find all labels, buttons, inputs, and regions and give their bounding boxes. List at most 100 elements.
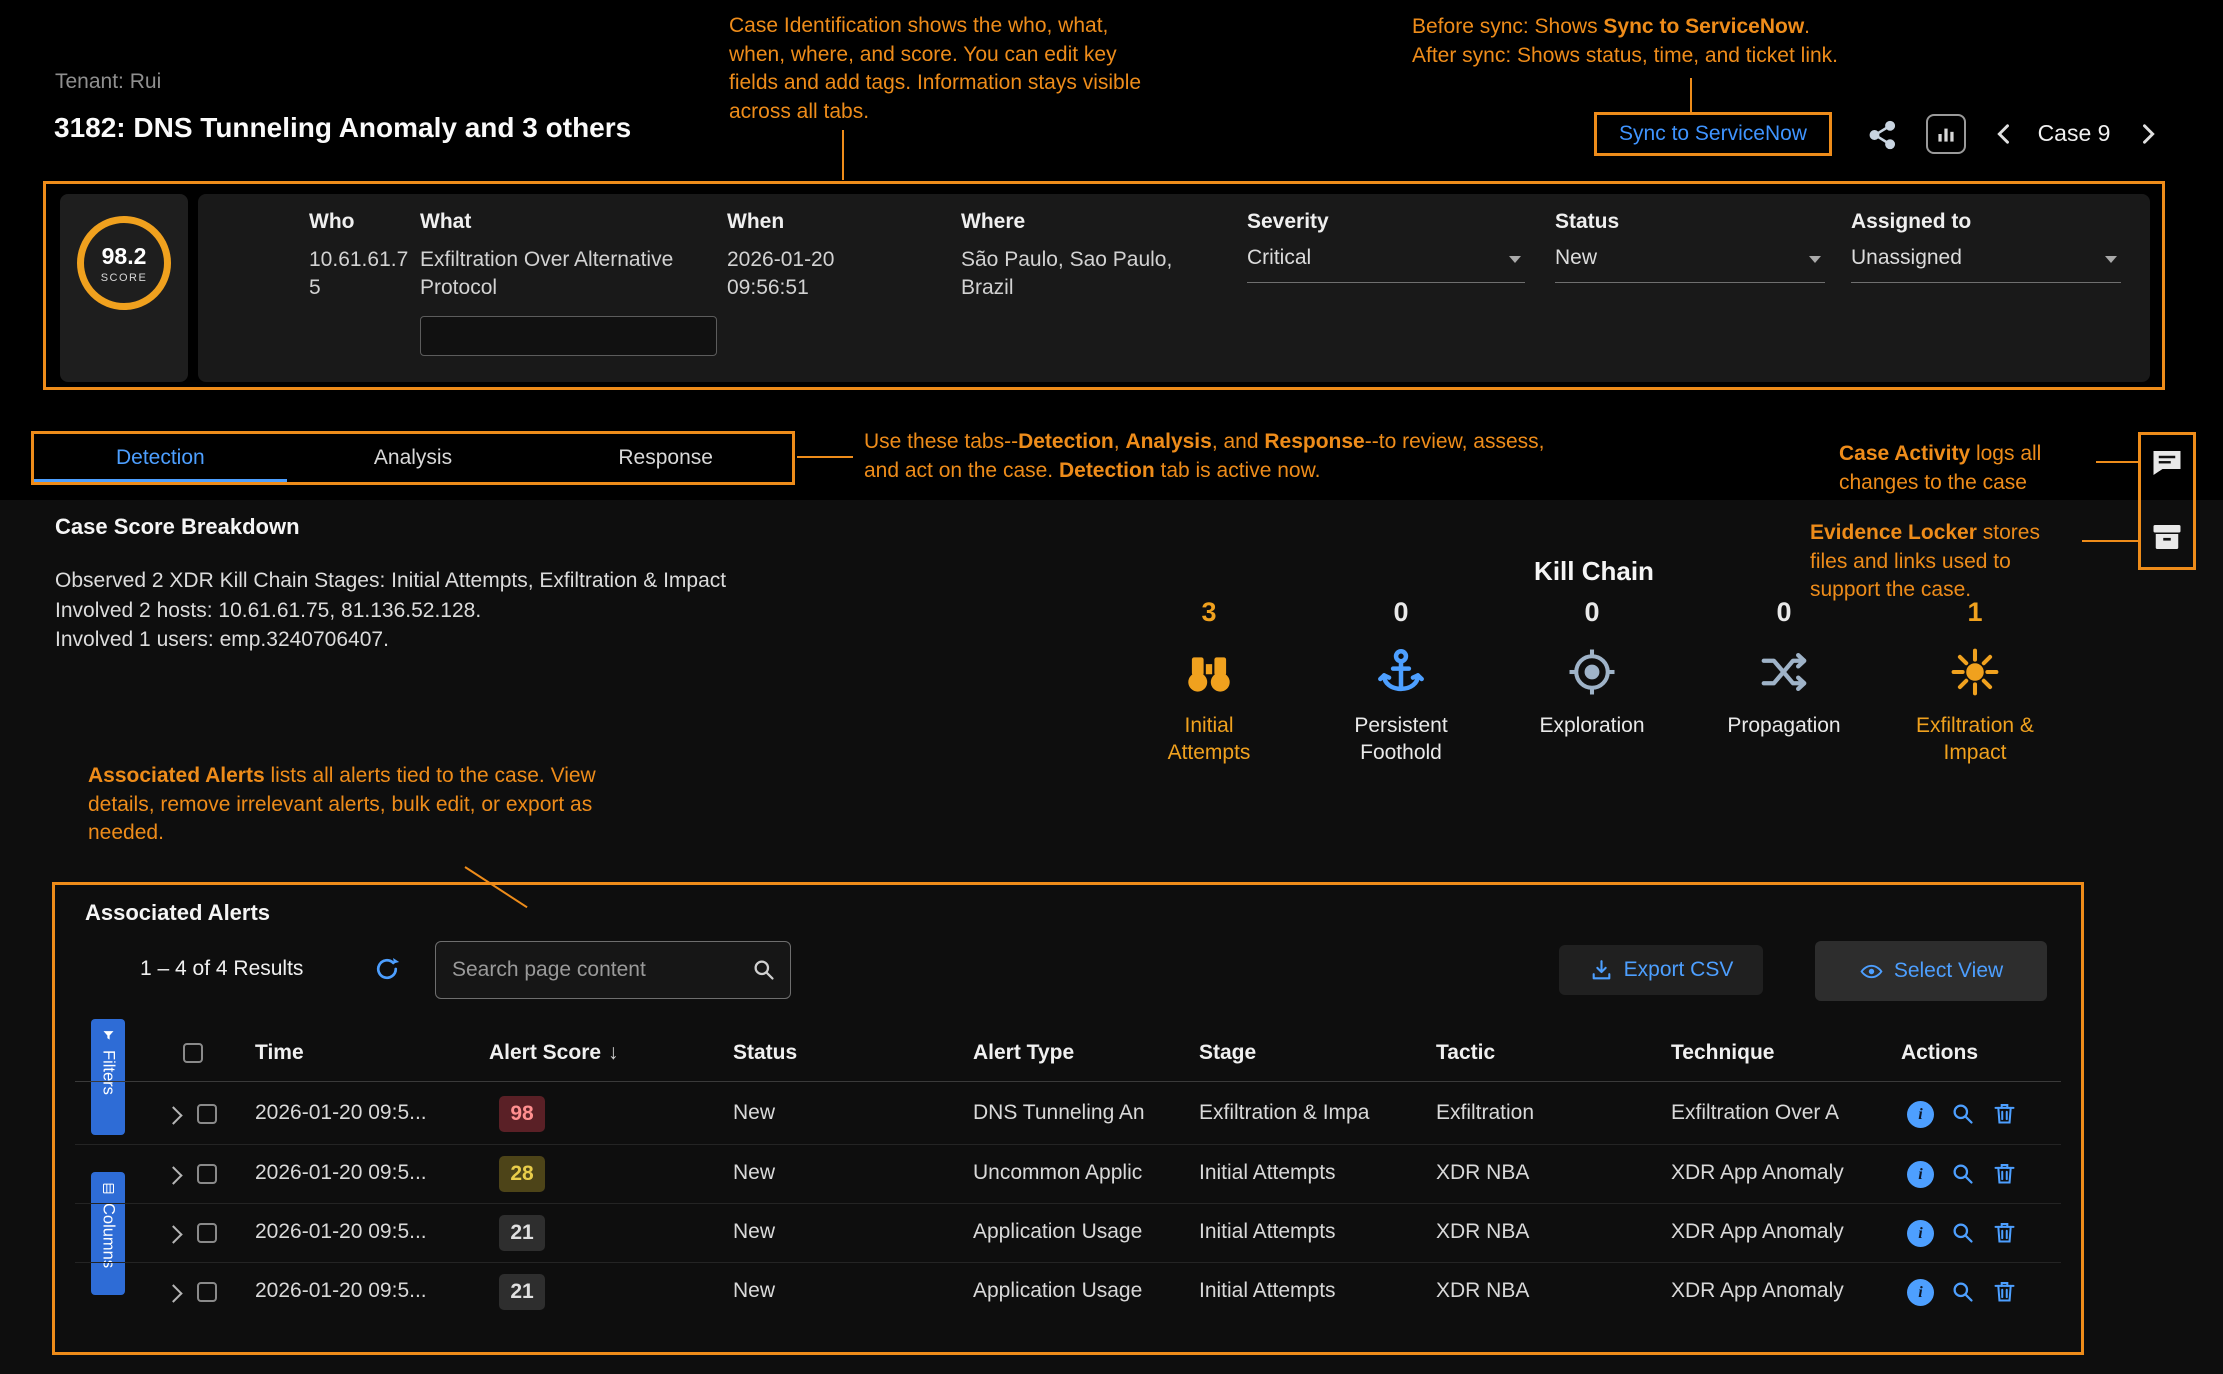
associated-alerts-panel: Associated Alerts 1 – 4 of 4 Results Exp…	[52, 882, 2084, 1355]
column-header-alert-type[interactable]: Alert Type	[973, 1035, 1074, 1071]
info-icon[interactable]: i	[1907, 1279, 1934, 1306]
cell-time: 2026-01-20 09:5...	[255, 1161, 427, 1185]
case-nav-label: Case 9	[2026, 120, 2122, 147]
chevron-right-icon[interactable]	[2134, 120, 2162, 148]
select-all-checkbox[interactable]	[183, 1043, 203, 1063]
alert-score-badge: 21	[499, 1215, 545, 1251]
kill-chain-stage-persistent-foothold: 0 Persistent Foothold	[1316, 592, 1486, 767]
stage-count: 0	[1699, 592, 1869, 632]
search-input[interactable]	[435, 941, 791, 999]
expand-chevron-icon[interactable]	[164, 1106, 182, 1124]
info-icon[interactable]: i	[1907, 1220, 1934, 1247]
when-label: When	[727, 210, 784, 234]
column-header-stage[interactable]: Stage	[1199, 1035, 1256, 1071]
who-label: Who	[309, 210, 354, 234]
sync-to-servicenow-button[interactable]: Sync to ServiceNow	[1594, 112, 1832, 156]
tab-analysis[interactable]: Analysis	[287, 434, 540, 482]
expand-chevron-icon[interactable]	[164, 1225, 182, 1243]
cell-technique: XDR App Anomaly	[1671, 1161, 1844, 1185]
annotation-connector-line	[2082, 540, 2138, 542]
trash-icon[interactable]	[1991, 1219, 2018, 1246]
row-checkbox[interactable]	[197, 1282, 217, 1302]
magnifier-icon[interactable]	[1949, 1160, 1976, 1187]
severity-dropdown[interactable]: Critical	[1247, 246, 1525, 283]
evidence-locker-archive-icon[interactable]	[2149, 519, 2185, 555]
results-count: 1 – 4 of 4 Results	[140, 957, 303, 981]
kill-chain-stage-initial-attempts: 3 Initial Attempts	[1124, 592, 1294, 767]
export-csv-button[interactable]: Export CSV	[1559, 945, 1763, 995]
cell-alert-type: Application Usage	[973, 1279, 1142, 1303]
column-header-time[interactable]: Time	[255, 1035, 304, 1071]
share-icon[interactable]	[1866, 118, 1900, 152]
case-tabs: Detection Analysis Response	[31, 431, 795, 485]
sort-desc-icon: ↓	[608, 1041, 619, 1064]
case-score-label: SCORE	[101, 272, 148, 284]
row-checkbox[interactable]	[197, 1164, 217, 1184]
bar-chart-icon[interactable]	[1926, 114, 1966, 154]
status-value: New	[1555, 246, 1597, 269]
table-row[interactable]: 2026-01-20 09:5... 28 New Uncommon Appli…	[75, 1144, 2061, 1204]
table-row[interactable]: 2026-01-20 09:5... 98 New DNS Tunneling …	[75, 1085, 2061, 1144]
page-title: 3182: DNS Tunneling Anomaly and 3 others	[54, 112, 631, 144]
cell-stage: Initial Attempts	[1199, 1279, 1336, 1303]
kill-chain-stage-exploration: 0 Exploration	[1507, 592, 1677, 739]
trash-icon[interactable]	[1991, 1278, 2018, 1305]
trash-icon[interactable]	[1991, 1160, 2018, 1187]
cell-status: New	[733, 1220, 775, 1244]
cell-time: 2026-01-20 09:5...	[255, 1101, 427, 1125]
chevron-down-icon	[1509, 256, 1521, 263]
case-activity-comment-icon[interactable]	[2149, 445, 2185, 481]
tab-response[interactable]: Response	[539, 434, 792, 482]
assigned-to-dropdown[interactable]: Unassigned	[1851, 246, 2121, 283]
annotation-case-activity: Case Activity logs all changes to the ca…	[1839, 440, 2091, 497]
tenant-label: Tenant: Rui	[55, 70, 161, 94]
tab-detection[interactable]: Detection	[34, 434, 287, 482]
row-checkbox[interactable]	[197, 1223, 217, 1243]
column-header-alert-score[interactable]: Alert Score↓	[489, 1035, 619, 1071]
cell-stage: Exfiltration & Impa	[1199, 1101, 1369, 1125]
annotation-tabs: Use these tabs--Detection, Analysis, and…	[864, 428, 1564, 485]
expand-chevron-icon[interactable]	[164, 1284, 182, 1302]
where-label: Where	[961, 210, 1025, 234]
what-tag-input[interactable]	[420, 316, 717, 356]
annotation-bold-text: Sync to ServiceNow	[1603, 15, 1804, 38]
side-tools-panel	[2138, 432, 2196, 570]
magnifier-icon[interactable]	[1949, 1278, 1976, 1305]
table-row[interactable]: 2026-01-20 09:5... 21 New Application Us…	[75, 1262, 2061, 1322]
column-header-tactic[interactable]: Tactic	[1436, 1035, 1495, 1071]
alerts-table-header: Time Alert Score↓ Status Alert Type Stag…	[75, 1035, 2061, 1071]
search-box	[435, 941, 791, 999]
select-view-button[interactable]: Select View	[1815, 941, 2047, 1001]
select-view-label: Select View	[1894, 959, 2003, 983]
magnifier-icon[interactable]	[1949, 1219, 1976, 1246]
refresh-icon[interactable]	[373, 955, 401, 983]
chevron-left-icon[interactable]	[1990, 120, 2018, 148]
status-dropdown[interactable]: New	[1555, 246, 1825, 283]
case-fields-card: Who 10.61.61.75 What Exfiltration Over A…	[198, 194, 2150, 382]
case-score-value: 98.2	[102, 243, 147, 270]
stage-count: 0	[1316, 592, 1486, 632]
stage-count: 0	[1507, 592, 1677, 632]
table-row[interactable]: 2026-01-20 09:5... 21 New Application Us…	[75, 1203, 2061, 1263]
alert-score-badge: 98	[499, 1096, 545, 1132]
shuffle-arrows-icon	[1699, 632, 1869, 712]
annotation-text: Case Identification shows the who, what,…	[729, 14, 1141, 123]
column-header-technique[interactable]: Technique	[1671, 1035, 1774, 1071]
trash-icon[interactable]	[1991, 1100, 2018, 1127]
stage-label: Propagation	[1719, 712, 1849, 739]
column-header-status[interactable]: Status	[733, 1035, 797, 1071]
column-header-actions: Actions	[1901, 1035, 1978, 1071]
annotation-text: Use these tabs--	[864, 430, 1018, 453]
expand-chevron-icon[interactable]	[164, 1166, 182, 1184]
row-checkbox[interactable]	[197, 1104, 217, 1124]
info-icon[interactable]: i	[1907, 1161, 1934, 1188]
export-csv-label: Export CSV	[1624, 958, 1734, 982]
search-icon[interactable]	[750, 956, 777, 983]
annotation-line: After sync: Shows status, time, and tick…	[1412, 42, 1838, 71]
associated-alerts-title: Associated Alerts	[85, 900, 270, 926]
cell-tactic: XDR NBA	[1436, 1220, 1529, 1244]
info-icon[interactable]: i	[1907, 1101, 1934, 1128]
magnifier-icon[interactable]	[1949, 1100, 1976, 1127]
annotation-line: Before sync: Shows Sync to ServiceNow.	[1412, 13, 1838, 42]
cell-technique: XDR App Anomaly	[1671, 1279, 1844, 1303]
